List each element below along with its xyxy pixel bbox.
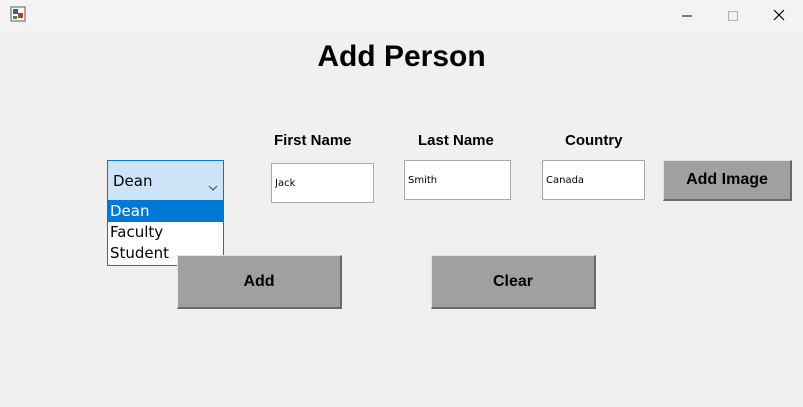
- role-select-value: Dean: [113, 172, 153, 190]
- add-person-window: Add Person First Name Last Name Country …: [0, 0, 803, 407]
- first-name-label: First Name: [274, 132, 352, 149]
- role-select[interactable]: Dean: [107, 160, 224, 201]
- close-button[interactable]: [756, 0, 802, 30]
- role-option-faculty[interactable]: Faculty: [108, 222, 223, 243]
- first-name-field[interactable]: [271, 163, 374, 203]
- add-button[interactable]: Add: [177, 255, 342, 309]
- minimize-button[interactable]: [664, 0, 710, 30]
- country-field[interactable]: [542, 160, 645, 200]
- minimize-icon: [682, 6, 692, 25]
- last-name-field[interactable]: [404, 160, 511, 200]
- title-bar[interactable]: [0, 0, 803, 30]
- close-icon: [773, 6, 785, 25]
- maximize-icon: [728, 6, 738, 25]
- country-label: Country: [565, 132, 623, 149]
- role-option-dean[interactable]: Dean: [108, 201, 223, 222]
- java-app-icon: [10, 6, 26, 22]
- clear-button[interactable]: Clear: [431, 255, 596, 309]
- add-image-button[interactable]: Add Image: [663, 160, 792, 201]
- page-title: Add Person: [317, 40, 486, 73]
- chevron-down-icon: [208, 177, 218, 191]
- maximize-button[interactable]: [710, 0, 756, 30]
- last-name-label: Last Name: [418, 132, 494, 149]
